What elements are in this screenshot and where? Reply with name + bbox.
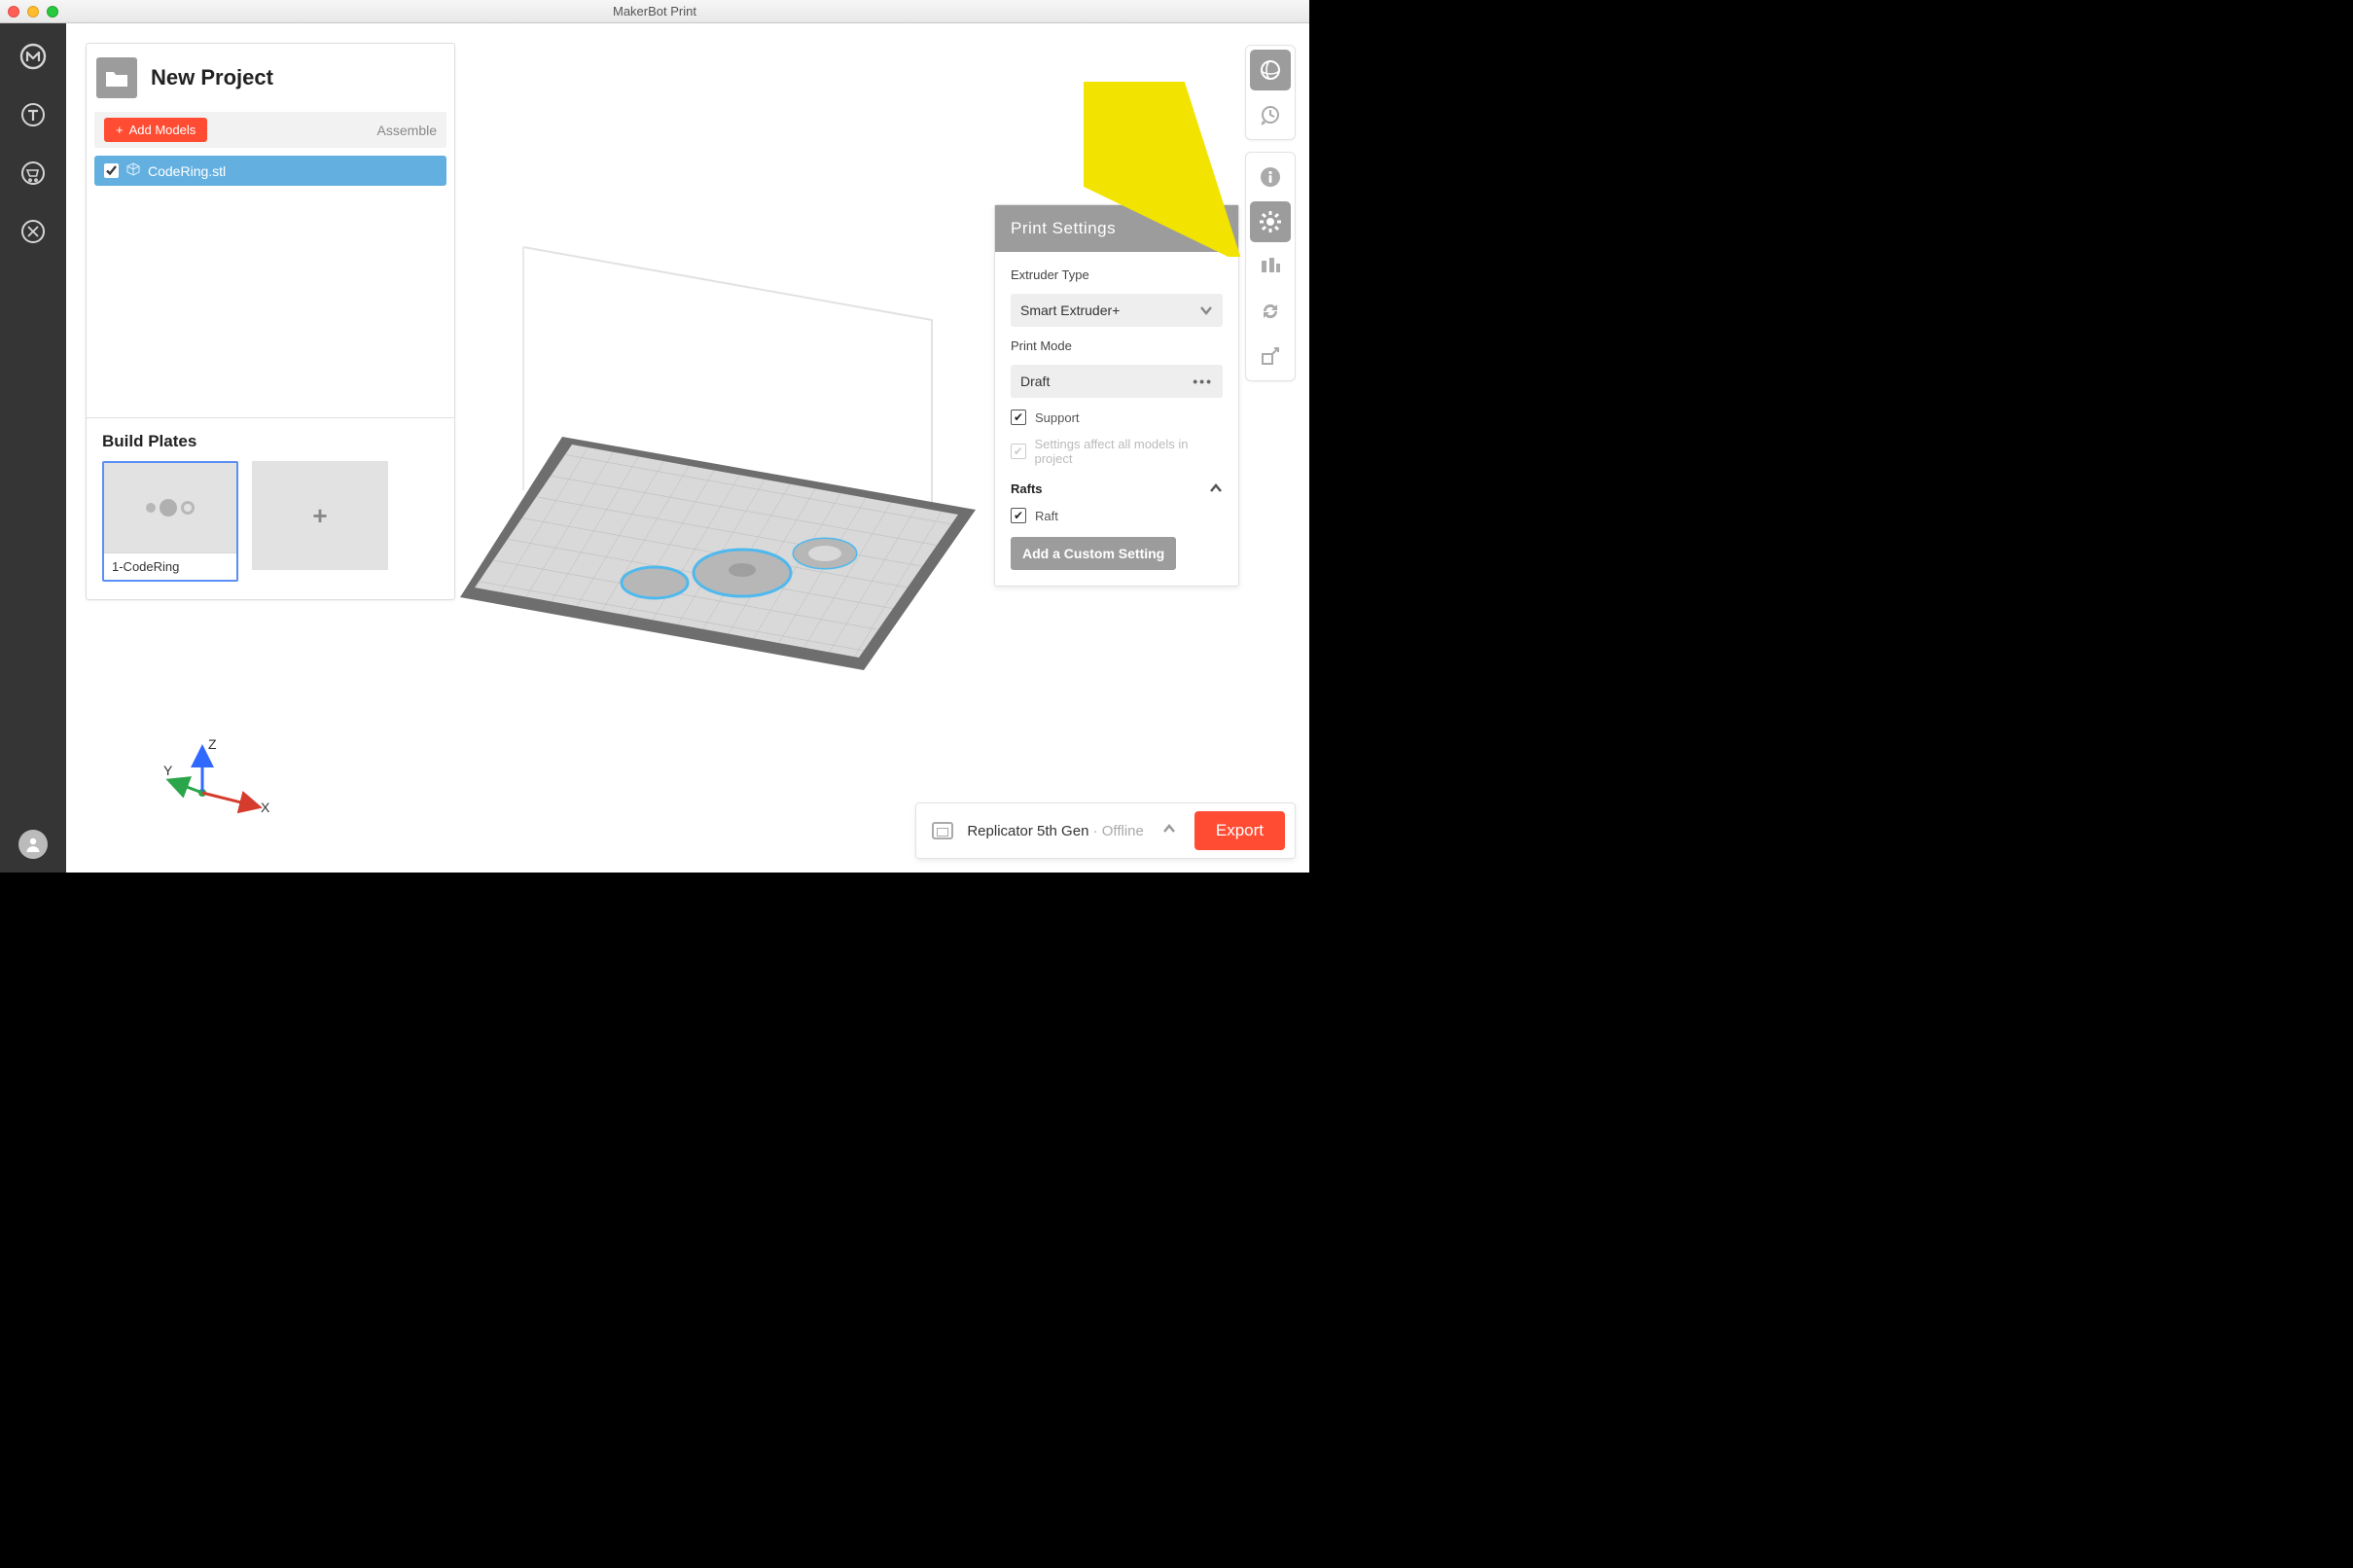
add-models-button[interactable]: + Add Models xyxy=(104,118,207,142)
add-models-label: Add Models xyxy=(129,123,196,137)
titlebar: MakerBot Print xyxy=(0,0,1309,23)
build-plates-section: Build Plates 1-CodeRing + xyxy=(87,418,454,599)
extruder-type-select[interactable]: Smart Extruder+ xyxy=(1011,294,1223,327)
axis-gizmo: Z X Y xyxy=(163,736,280,824)
printer-status-label: Replicator 5th Gen · Offline xyxy=(967,823,1144,839)
tools-icon[interactable] xyxy=(18,216,49,247)
view-mode-button[interactable] xyxy=(1250,50,1291,90)
svg-text:Z: Z xyxy=(208,736,217,752)
build-plate-tile[interactable]: 1-CodeRing xyxy=(102,461,238,582)
build-plate-thumbnail xyxy=(104,463,236,552)
right-toolbar xyxy=(1245,45,1296,381)
affect-all-row: Settings affect all models in project xyxy=(1011,437,1223,466)
plus-icon: + xyxy=(312,501,327,531)
support-label: Support xyxy=(1035,410,1080,425)
build-plate-label: 1-CodeRing xyxy=(104,552,236,580)
chevron-up-icon xyxy=(1209,481,1223,496)
add-build-plate-button[interactable]: + xyxy=(252,461,388,570)
model-name: CodeRing.stl xyxy=(148,163,226,179)
print-mode-select[interactable]: Draft ••• xyxy=(1011,365,1223,398)
printer-icon xyxy=(932,822,953,839)
window-title: MakerBot Print xyxy=(0,4,1309,18)
print-settings-button[interactable] xyxy=(1250,201,1291,242)
plus-icon: + xyxy=(116,123,124,137)
affect-all-checkbox xyxy=(1011,444,1026,459)
model-cube-icon xyxy=(126,162,140,179)
affect-all-label: Settings affect all models in project xyxy=(1035,437,1224,466)
raft-checkbox[interactable] xyxy=(1011,508,1026,523)
support-checkbox[interactable] xyxy=(1011,410,1026,425)
raft-row[interactable]: Raft xyxy=(1011,508,1223,523)
makerbot-logo-icon[interactable] xyxy=(18,41,49,72)
project-panel: New Project + Add Models Assemble CodeRi… xyxy=(86,43,455,600)
print-mode-label: Print Mode xyxy=(1011,339,1223,353)
folder-icon xyxy=(96,57,137,98)
assemble-link[interactable]: Assemble xyxy=(377,123,437,138)
rafts-label: Rafts xyxy=(1011,481,1043,496)
svg-text:Y: Y xyxy=(163,763,173,778)
print-mode-value: Draft xyxy=(1020,374,1050,389)
print-settings-panel: Print Settings Extruder Type Smart Extru… xyxy=(994,204,1239,587)
cart-icon[interactable] xyxy=(18,158,49,189)
build-plate-3d xyxy=(407,189,1029,811)
info-button[interactable] xyxy=(1250,157,1291,197)
project-title: New Project xyxy=(151,65,273,90)
model-list-item[interactable]: CodeRing.stl xyxy=(94,156,446,186)
export-button[interactable]: Export xyxy=(1194,811,1285,850)
raft-label: Raft xyxy=(1035,509,1058,523)
left-rail xyxy=(0,23,66,873)
rafts-section-header[interactable]: Rafts xyxy=(1011,478,1223,496)
print-settings-header: Print Settings xyxy=(995,205,1238,252)
sync-button[interactable] xyxy=(1250,291,1291,332)
chevron-down-icon xyxy=(1199,303,1213,318)
more-options-icon: ••• xyxy=(1193,374,1213,389)
account-avatar[interactable] xyxy=(18,830,48,859)
extruder-type-label: Extruder Type xyxy=(1011,267,1223,282)
printer-name: Replicator 5th Gen xyxy=(967,823,1088,839)
viewport[interactable]: New Project + Add Models Assemble CodeRi… xyxy=(66,23,1309,873)
svg-text:X: X xyxy=(261,800,270,815)
add-custom-setting-button[interactable]: Add a Custom Setting xyxy=(1011,537,1176,570)
model-visibility-checkbox[interactable] xyxy=(104,163,119,178)
build-plates-title: Build Plates xyxy=(102,432,439,451)
support-row[interactable]: Support xyxy=(1011,410,1223,425)
printer-status: Offline xyxy=(1102,823,1144,839)
arrange-button[interactable] xyxy=(1250,246,1291,287)
printer-dropdown-button[interactable] xyxy=(1158,822,1181,839)
time-estimate-button[interactable] xyxy=(1250,94,1291,135)
thingiverse-icon[interactable] xyxy=(18,99,49,130)
printer-bar: Replicator 5th Gen · Offline Export xyxy=(915,802,1296,859)
extruder-type-value: Smart Extruder+ xyxy=(1020,303,1120,318)
scale-button[interactable] xyxy=(1250,336,1291,376)
